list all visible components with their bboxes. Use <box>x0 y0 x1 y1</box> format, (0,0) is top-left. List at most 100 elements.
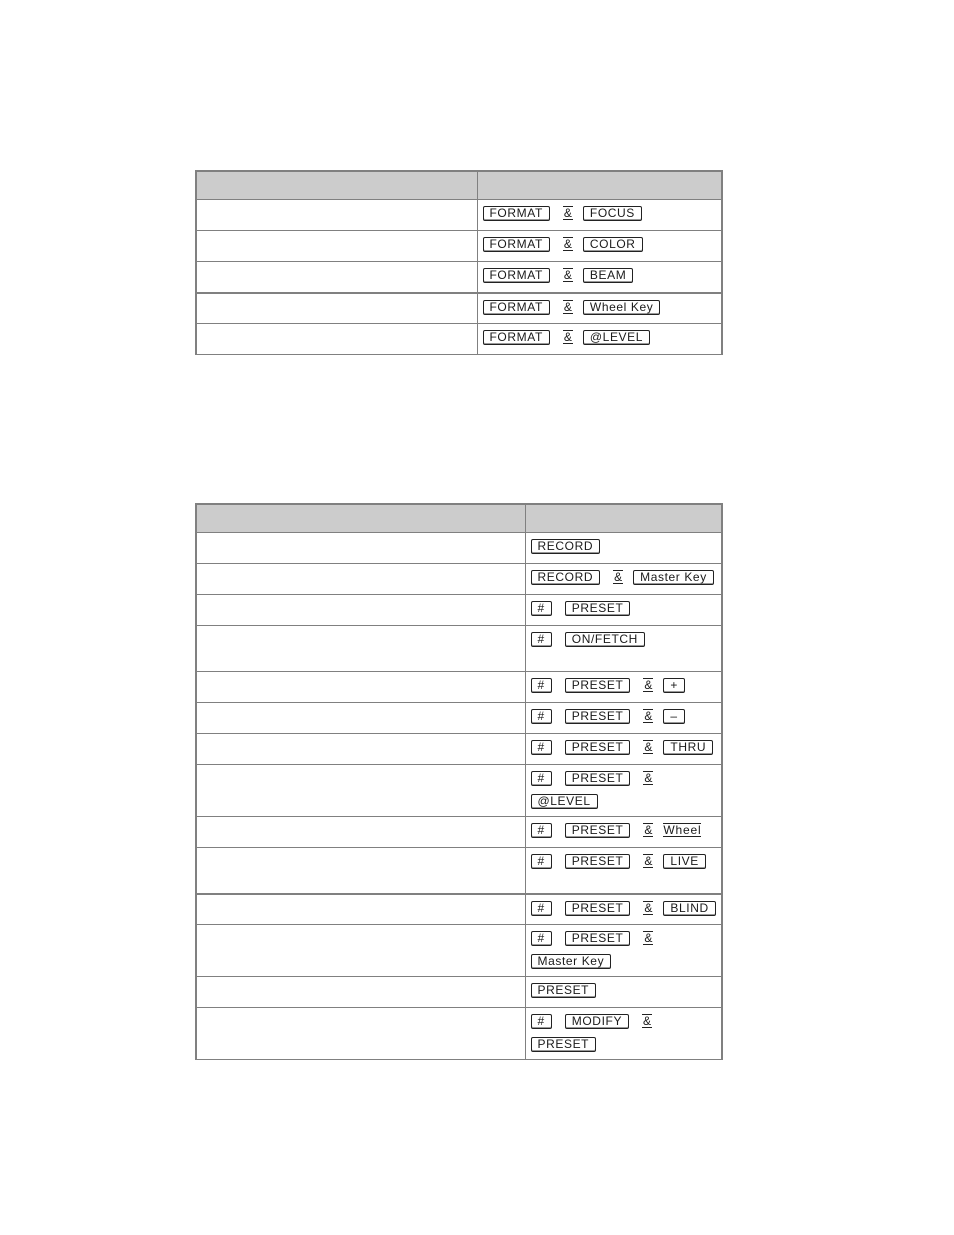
key-sequence-continued: Master Key <box>530 954 722 969</box>
table-row: # PRESET & @LEVEL <box>195 764 723 817</box>
key-sequence: # PRESET & Wheel <box>530 823 722 838</box>
table-row: # ON/FETCH <box>195 625 723 672</box>
simultaneous-amp-symbol: & <box>613 570 624 584</box>
console-key: @LEVEL <box>582 330 651 345</box>
table-row: RECORD & Master Key <box>195 563 723 595</box>
console-key: PRESET <box>564 601 631 616</box>
table-row: FORMAT & BEAM <box>195 261 723 293</box>
console-key: # <box>530 632 552 647</box>
console-key: PRESET <box>564 900 631 916</box>
description-cell <box>195 892 526 925</box>
description-cell <box>195 291 478 324</box>
description-cell <box>195 199 478 231</box>
console-key: COLOR <box>582 237 643 252</box>
console-key: PRESET <box>530 1037 597 1052</box>
key-sequence: # PRESET & LIVE <box>530 854 722 869</box>
simultaneous-amp-symbol: & <box>643 709 654 723</box>
console-key: # <box>530 709 552 724</box>
key-sequence: # ON/FETCH <box>530 632 722 647</box>
table-row: # PRESET & LIVE <box>195 847 723 894</box>
table-row: # PRESET <box>195 594 723 626</box>
console-key: # <box>530 854 552 869</box>
console-key: FORMAT <box>482 206 550 221</box>
key-sequence: FORMAT & COLOR <box>482 237 722 252</box>
key-sequence: FORMAT & FOCUS <box>482 206 722 221</box>
simultaneous-amp-symbol: & <box>562 206 573 220</box>
key-sequence: # MODIFY & <box>530 1014 722 1029</box>
console-key: Master Key <box>530 954 612 969</box>
key-sequence-cell: # PRESET & BLIND <box>524 892 723 925</box>
simultaneous-amp-symbol: & <box>562 299 573 314</box>
console-key: PRESET <box>564 931 631 946</box>
key-sequence: # PRESET & – <box>530 709 722 724</box>
description-cell <box>195 261 478 293</box>
description-cell <box>195 764 526 817</box>
console-key: – <box>663 709 685 724</box>
console-key: FORMAT <box>482 330 550 345</box>
table-row: # PRESET & Master Key <box>195 924 723 977</box>
console-key: ON/FETCH <box>564 632 645 647</box>
key-sequence: # PRESET & <box>530 771 722 786</box>
key-sequence: # PRESET & <box>530 931 722 946</box>
key-sequence: FORMAT & @LEVEL <box>482 330 722 345</box>
description-cell <box>195 1007 526 1060</box>
key-sequence: # PRESET & + <box>530 678 722 693</box>
simultaneous-amp-symbol: & <box>562 268 573 282</box>
key-sequence-cell: FORMAT & FOCUS <box>476 199 723 231</box>
key-sequence: PRESET <box>530 983 722 998</box>
console-key: BLIND <box>663 900 716 916</box>
key-sequence-cell: # PRESET & LIVE <box>524 847 723 894</box>
key-sequence: # PRESET & BLIND <box>530 900 722 916</box>
key-sequence-cell: # MODIFY & PRESET <box>524 1007 723 1060</box>
key-sequence-cell: # ON/FETCH <box>524 625 723 672</box>
table-row: FORMAT & FOCUS <box>195 199 723 231</box>
console-key: BEAM <box>582 268 634 283</box>
table-row: # PRESET & + <box>195 671 723 703</box>
console-key: THRU <box>663 740 714 755</box>
key-sequence: FORMAT & Wheel Key <box>482 299 722 315</box>
description-cell <box>195 532 526 564</box>
table-row: FORMAT & COLOR <box>195 230 723 262</box>
console-key: Master Key <box>633 570 714 585</box>
header-cell-description <box>195 170 478 200</box>
description-cell <box>195 323 478 355</box>
key-sequence-cell: FORMAT & @LEVEL <box>476 323 723 355</box>
simultaneous-amp-symbol: & <box>643 931 654 945</box>
simultaneous-amp-symbol: & <box>643 678 654 692</box>
table-row: # PRESET & THRU <box>195 733 723 765</box>
simultaneous-amp-symbol: & <box>643 900 654 915</box>
description-cell <box>195 816 526 848</box>
console-key: PRESET <box>564 823 631 838</box>
preset-keys-table: RECORD RECORD & Master Key # PRESET # ON/FETCH #… <box>195 503 723 1060</box>
description-cell <box>195 230 478 262</box>
simultaneous-amp-symbol: & <box>643 823 654 837</box>
console-key: # <box>530 900 552 916</box>
console-key: # <box>530 740 552 755</box>
table-row: # MODIFY & PRESET <box>195 1007 723 1060</box>
key-sequence-continued: PRESET <box>530 1037 722 1052</box>
wheel-label: Wheel <box>663 823 702 837</box>
simultaneous-amp-symbol: & <box>562 330 573 344</box>
simultaneous-amp-symbol: & <box>562 237 573 251</box>
key-sequence-cell: FORMAT & Wheel Key <box>476 291 723 324</box>
key-sequence-cell: # PRESET & Master Key <box>524 924 723 977</box>
key-sequence: RECORD <box>530 539 722 554</box>
table-header-row <box>195 503 723 533</box>
simultaneous-amp-symbol: & <box>643 854 654 868</box>
table-row: # PRESET & – <box>195 702 723 734</box>
key-sequence-cell: # PRESET & @LEVEL <box>524 764 723 817</box>
description-cell <box>195 976 526 1008</box>
simultaneous-amp-symbol: & <box>642 1014 653 1028</box>
console-key: @LEVEL <box>530 794 598 809</box>
console-key: PRESET <box>564 678 631 693</box>
console-key: PRESET <box>564 854 631 869</box>
table-row: RECORD <box>195 532 723 564</box>
console-key: PRESET <box>564 709 631 724</box>
console-key: # <box>530 931 552 946</box>
header-cell-description <box>195 503 526 533</box>
format-keys-table: FORMAT & FOCUS FORMAT & COLOR FORMAT & BEAM FORMA… <box>195 170 723 355</box>
description-cell <box>195 563 526 595</box>
key-sequence-cell: # PRESET & Wheel <box>524 816 723 848</box>
console-key: MODIFY <box>564 1014 630 1029</box>
table-row: FORMAT & Wheel Key <box>195 291 723 324</box>
